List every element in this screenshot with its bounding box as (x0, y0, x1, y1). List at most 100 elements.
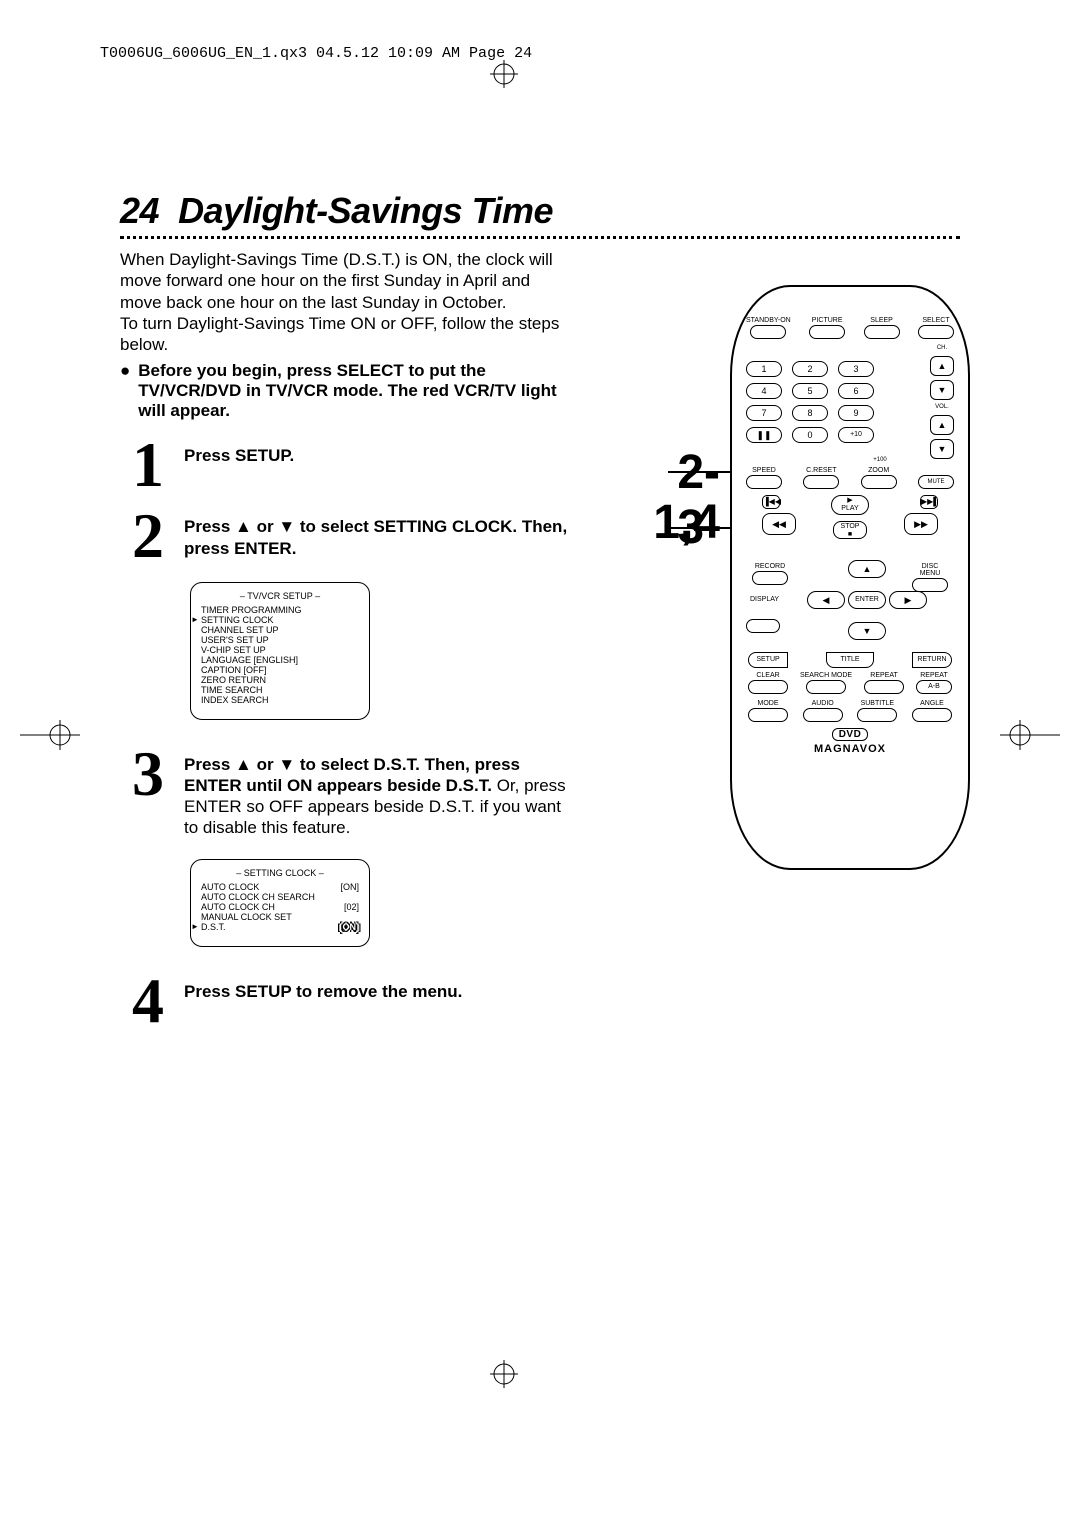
picture-button[interactable] (809, 325, 845, 339)
crop-mark-top (490, 60, 518, 88)
step-4-text: Press SETUP to remove the menu. (184, 982, 462, 1001)
dpad: ▲ ▼ ◀ ▶ ENTER (807, 560, 927, 640)
left-button[interactable]: ◀ (807, 591, 845, 609)
osd-item: CHANNEL SET UP (201, 625, 359, 635)
step-2: 2 Press ▲ or ▼ to select SETTING CLOCK. … (120, 510, 570, 561)
btn-label: SEARCH MODE (800, 672, 852, 679)
osd-item: V-CHIP SET UP (201, 645, 359, 655)
callout-line (668, 471, 730, 473)
audio-button[interactable] (803, 708, 843, 722)
prereq-bullet: ● Before you begin, press SELECT to put … (120, 361, 570, 421)
num-6-button[interactable]: 6 (838, 383, 874, 399)
page-title: 24 Daylight-Savings Time (120, 190, 960, 232)
ch-up-button[interactable]: ▲ (930, 356, 954, 376)
btn-label: SLEEP (870, 317, 893, 324)
vol-down-button[interactable]: ▼ (930, 439, 954, 459)
btn-label: SUBTITLE (861, 700, 894, 707)
title-button[interactable]: TITLE (826, 652, 874, 668)
num-3-button[interactable]: 3 (838, 361, 874, 377)
btn-label: CLEAR (756, 672, 779, 679)
num-0-button[interactable]: 0 (792, 427, 828, 443)
vol-up-button[interactable]: ▲ (930, 415, 954, 435)
record-button[interactable] (752, 571, 788, 585)
pause-button[interactable]: ❚❚ (746, 427, 782, 443)
num-9-button[interactable]: 9 (838, 405, 874, 421)
title-text: Daylight-Savings Time (178, 190, 553, 231)
mode-button[interactable] (748, 708, 788, 722)
osd-item: TIMER PROGRAMMING (201, 605, 359, 615)
osd-item: INDEX SEARCH (201, 695, 359, 705)
repeat-ab-button[interactable]: A-B (916, 680, 952, 694)
callout-line (668, 527, 730, 529)
osd-title: – TV/VCR SETUP – (201, 591, 359, 601)
mute-button[interactable]: MUTE (918, 475, 954, 489)
plus10-button[interactable]: +10 (838, 427, 874, 443)
btn-label: ANGLE (920, 700, 944, 707)
up-button[interactable]: ▲ (848, 560, 886, 578)
sleep-button[interactable] (864, 325, 900, 339)
play-button[interactable]: ▶ PLAY (831, 495, 869, 515)
btn-label: STANDBY-ON (746, 317, 791, 324)
remote-control: STANDBY-ON PICTURE SLEEP SELECT 1 2 3 4 … (730, 285, 970, 870)
clear-button[interactable] (748, 680, 788, 694)
prereq-text: Before you begin, press SELECT to put th… (138, 361, 570, 421)
crop-mark-right (1000, 720, 1060, 750)
repeat-button[interactable] (864, 680, 904, 694)
num-7-button[interactable]: 7 (746, 405, 782, 421)
step-number: 4 (120, 975, 176, 1026)
speed-button[interactable] (746, 475, 782, 489)
num-1-button[interactable]: 1 (746, 361, 782, 377)
number-pad: 1 2 3 4 5 6 7 8 9 ❚❚ 0 +10 (746, 361, 874, 443)
right-button[interactable]: ▶ (889, 591, 927, 609)
enter-button[interactable]: ENTER (848, 591, 886, 609)
osd-row: AUTO CLOCK[ON] (201, 882, 359, 892)
ch-down-button[interactable]: ▼ (930, 380, 954, 400)
osd-item: USER'S SET UP (201, 635, 359, 645)
step-2-text: Press ▲ or ▼ to select SETTING CLOCK. Th… (184, 517, 567, 557)
standby-button[interactable] (750, 325, 786, 339)
step-1: 1 Press SETUP. (120, 439, 570, 490)
search-mode-button[interactable] (806, 680, 846, 694)
print-header: T0006UG_6006UG_EN_1.qx3 04.5.12 10:09 AM… (100, 45, 532, 62)
step-number: 2 (120, 510, 176, 561)
btn-label: ZOOM (868, 467, 889, 474)
osd-item: TIME SEARCH (201, 685, 359, 695)
angle-button[interactable] (912, 708, 952, 722)
num-4-button[interactable]: 4 (746, 383, 782, 399)
stop-button[interactable]: STOP ■ (833, 521, 867, 539)
ffwd-button[interactable]: ▶▶ (904, 513, 938, 535)
display-button[interactable] (746, 619, 780, 633)
setup-button[interactable]: SETUP (748, 652, 788, 668)
osd-row-selected: D.S.T.[ON] (201, 922, 359, 932)
bullet-dot-icon: ● (120, 361, 130, 421)
btn-label: MODE (758, 700, 779, 707)
btn-label: REPEAT (920, 672, 948, 679)
subtitle-button[interactable] (857, 708, 897, 722)
num-2-button[interactable]: 2 (792, 361, 828, 377)
num-5-button[interactable]: 5 (792, 383, 828, 399)
osd-title: – SETTING CLOCK – (201, 868, 359, 878)
transport-controls: ▐◀◀ ▶▶▌ ▶ PLAY ◀◀ ▶▶ STOP ■ (762, 495, 938, 555)
osd-tvvcr-setup: – TV/VCR SETUP – TIMER PROGRAMMING SETTI… (190, 582, 370, 720)
skip-back-button[interactable]: ▐◀◀ (762, 495, 780, 509)
select-button[interactable] (918, 325, 954, 339)
step-1-text: Press SETUP. (184, 446, 294, 465)
osd-item: LANGUAGE [ENGLISH] (201, 655, 359, 665)
osd-item: CAPTION [OFF] (201, 665, 359, 675)
num-8-button[interactable]: 8 (792, 405, 828, 421)
btn-label: PICTURE (812, 317, 843, 324)
callout-steps-1-4: 1,4 (653, 495, 720, 550)
zoom-button[interactable] (861, 475, 897, 489)
brand-logo: MAGNAVOX (746, 743, 954, 755)
rewind-button[interactable]: ◀◀ (762, 513, 796, 535)
skip-fwd-button[interactable]: ▶▶▌ (920, 495, 938, 509)
osd-setting-clock: – SETTING CLOCK – AUTO CLOCK[ON] AUTO CL… (190, 859, 370, 947)
osd-item-selected: SETTING CLOCK (201, 615, 359, 625)
osd-row: AUTO CLOCK CH[02] (201, 902, 359, 912)
creset-button[interactable] (803, 475, 839, 489)
btn-label: RECORD (755, 563, 785, 570)
osd-row: AUTO CLOCK CH SEARCH (201, 892, 359, 902)
return-button[interactable]: RETURN (912, 652, 952, 668)
vol-label: VOL. (935, 404, 949, 410)
down-button[interactable]: ▼ (848, 622, 886, 640)
